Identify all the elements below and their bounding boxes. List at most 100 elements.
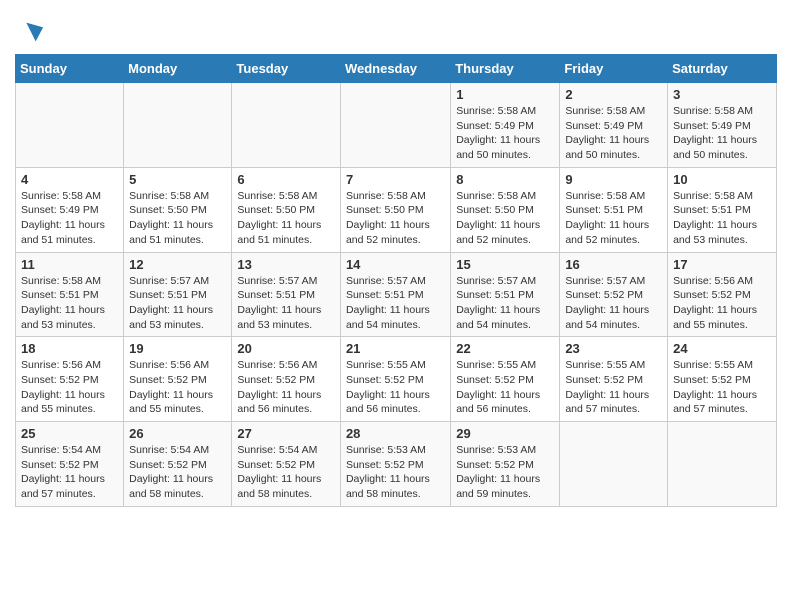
header-cell-thursday: Thursday [451, 55, 560, 83]
calendar-cell: 18 Sunrise: 5:56 AMSunset: 5:52 PMDayligh… [16, 337, 124, 422]
day-info: Sunrise: 5:54 AMSunset: 5:52 PMDaylight:… [237, 443, 335, 502]
day-info: Sunrise: 5:58 AMSunset: 5:49 PMDaylight:… [673, 104, 771, 163]
calendar-cell: 2 Sunrise: 5:58 AMSunset: 5:49 PMDaylight… [560, 83, 668, 168]
day-info: Sunrise: 5:56 AMSunset: 5:52 PMDaylight:… [21, 358, 118, 417]
calendar-table: SundayMondayTuesdayWednesdayThursdayFrid… [15, 54, 777, 507]
calendar-cell [232, 83, 341, 168]
day-number: 7 [346, 172, 445, 187]
day-info: Sunrise: 5:58 AMSunset: 5:51 PMDaylight:… [21, 274, 118, 333]
page-header [15, 10, 777, 46]
calendar-cell: 22 Sunrise: 5:55 AMSunset: 5:52 PMDayligh… [451, 337, 560, 422]
day-info: Sunrise: 5:58 AMSunset: 5:49 PMDaylight:… [565, 104, 662, 163]
day-number: 22 [456, 341, 554, 356]
calendar-cell: 3 Sunrise: 5:58 AMSunset: 5:49 PMDaylight… [668, 83, 777, 168]
day-info: Sunrise: 5:54 AMSunset: 5:52 PMDaylight:… [129, 443, 226, 502]
calendar-cell: 9 Sunrise: 5:58 AMSunset: 5:51 PMDaylight… [560, 167, 668, 252]
calendar-cell: 26 Sunrise: 5:54 AMSunset: 5:52 PMDayligh… [124, 422, 232, 507]
day-number: 29 [456, 426, 554, 441]
calendar-cell: 8 Sunrise: 5:58 AMSunset: 5:50 PMDaylight… [451, 167, 560, 252]
calendar-cell: 6 Sunrise: 5:58 AMSunset: 5:50 PMDaylight… [232, 167, 341, 252]
calendar-cell: 4 Sunrise: 5:58 AMSunset: 5:49 PMDaylight… [16, 167, 124, 252]
calendar-cell: 10Sunrise: 5:58 AMSunset: 5:51 PMDayligh… [668, 167, 777, 252]
header-cell-wednesday: Wednesday [340, 55, 450, 83]
day-info: Sunrise: 5:55 AMSunset: 5:52 PMDaylight:… [456, 358, 554, 417]
day-number: 25 [21, 426, 118, 441]
calendar-cell: 12Sunrise: 5:57 AMSunset: 5:51 PMDayligh… [124, 252, 232, 337]
calendar-cell: 25 Sunrise: 5:54 AMSunset: 5:52 PMDayligh… [16, 422, 124, 507]
day-number: 8 [456, 172, 554, 187]
day-number: 18 [21, 341, 118, 356]
day-info: Sunrise: 5:58 AMSunset: 5:51 PMDaylight:… [673, 189, 771, 248]
calendar-week-3: 11 Sunrise: 5:58 AMSunset: 5:51 PMDayligh… [16, 252, 777, 337]
calendar-cell: 7 Sunrise: 5:58 AMSunset: 5:50 PMDaylight… [340, 167, 450, 252]
calendar-cell [124, 83, 232, 168]
calendar-cell: 13Sunrise: 5:57 AMSunset: 5:51 PMDayligh… [232, 252, 341, 337]
calendar-cell [560, 422, 668, 507]
day-number: 26 [129, 426, 226, 441]
day-number: 19 [129, 341, 226, 356]
day-number: 11 [21, 257, 118, 272]
day-number: 17 [673, 257, 771, 272]
day-number: 20 [237, 341, 335, 356]
day-info: Sunrise: 5:55 AMSunset: 5:52 PMDaylight:… [673, 358, 771, 417]
calendar-week-5: 25 Sunrise: 5:54 AMSunset: 5:52 PMDayligh… [16, 422, 777, 507]
header-cell-monday: Monday [124, 55, 232, 83]
calendar-cell: 16 Sunrise: 5:57 AMSunset: 5:52 PMDayligh… [560, 252, 668, 337]
day-info: Sunrise: 5:57 AMSunset: 5:51 PMDaylight:… [456, 274, 554, 333]
day-number: 6 [237, 172, 335, 187]
day-info: Sunrise: 5:57 AMSunset: 5:51 PMDaylight:… [129, 274, 226, 333]
calendar-week-2: 4 Sunrise: 5:58 AMSunset: 5:49 PMDaylight… [16, 167, 777, 252]
day-info: Sunrise: 5:57 AMSunset: 5:51 PMDaylight:… [346, 274, 445, 333]
day-number: 24 [673, 341, 771, 356]
day-info: Sunrise: 5:55 AMSunset: 5:52 PMDaylight:… [346, 358, 445, 417]
calendar-cell: 1Sunrise: 5:58 AMSunset: 5:49 PMDaylight… [451, 83, 560, 168]
day-info: Sunrise: 5:58 AMSunset: 5:51 PMDaylight:… [565, 189, 662, 248]
calendar-cell: 15 Sunrise: 5:57 AMSunset: 5:51 PMDayligh… [451, 252, 560, 337]
day-number: 23 [565, 341, 662, 356]
day-number: 2 [565, 87, 662, 102]
calendar-cell [668, 422, 777, 507]
calendar-cell: 29 Sunrise: 5:53 AMSunset: 5:52 PMDayligh… [451, 422, 560, 507]
day-info: Sunrise: 5:54 AMSunset: 5:52 PMDaylight:… [21, 443, 118, 502]
calendar-week-1: 1Sunrise: 5:58 AMSunset: 5:49 PMDaylight… [16, 83, 777, 168]
day-info: Sunrise: 5:58 AMSunset: 5:49 PMDaylight:… [21, 189, 118, 248]
calendar-cell [340, 83, 450, 168]
calendar-cell [16, 83, 124, 168]
day-info: Sunrise: 5:58 AMSunset: 5:50 PMDaylight:… [129, 189, 226, 248]
calendar-week-4: 18 Sunrise: 5:56 AMSunset: 5:52 PMDayligh… [16, 337, 777, 422]
day-number: 15 [456, 257, 554, 272]
day-number: 27 [237, 426, 335, 441]
day-number: 14 [346, 257, 445, 272]
calendar-cell: 21 Sunrise: 5:55 AMSunset: 5:52 PMDayligh… [340, 337, 450, 422]
day-number: 13 [237, 257, 335, 272]
calendar-body: 1Sunrise: 5:58 AMSunset: 5:49 PMDaylight… [16, 83, 777, 507]
calendar-cell: 17 Sunrise: 5:56 AMSunset: 5:52 PMDayligh… [668, 252, 777, 337]
day-number: 9 [565, 172, 662, 187]
day-number: 21 [346, 341, 445, 356]
day-number: 4 [21, 172, 118, 187]
day-info: Sunrise: 5:58 AMSunset: 5:50 PMDaylight:… [346, 189, 445, 248]
calendar-cell: 24 Sunrise: 5:55 AMSunset: 5:52 PMDayligh… [668, 337, 777, 422]
day-info: Sunrise: 5:56 AMSunset: 5:52 PMDaylight:… [673, 274, 771, 333]
calendar-cell: 28Sunrise: 5:53 AMSunset: 5:52 PMDayligh… [340, 422, 450, 507]
day-info: Sunrise: 5:56 AMSunset: 5:52 PMDaylight:… [129, 358, 226, 417]
day-number: 16 [565, 257, 662, 272]
day-info: Sunrise: 5:58 AMSunset: 5:50 PMDaylight:… [456, 189, 554, 248]
day-info: Sunrise: 5:57 AMSunset: 5:52 PMDaylight:… [565, 274, 662, 333]
calendar-cell: 20 Sunrise: 5:56 AMSunset: 5:52 PMDayligh… [232, 337, 341, 422]
logo [15, 18, 45, 46]
calendar-cell: 27 Sunrise: 5:54 AMSunset: 5:52 PMDayligh… [232, 422, 341, 507]
header-cell-friday: Friday [560, 55, 668, 83]
header-cell-sunday: Sunday [16, 55, 124, 83]
day-number: 3 [673, 87, 771, 102]
header-row: SundayMondayTuesdayWednesdayThursdayFrid… [16, 55, 777, 83]
day-info: Sunrise: 5:56 AMSunset: 5:52 PMDaylight:… [237, 358, 335, 417]
header-cell-saturday: Saturday [668, 55, 777, 83]
calendar-header: SundayMondayTuesdayWednesdayThursdayFrid… [16, 55, 777, 83]
day-info: Sunrise: 5:53 AMSunset: 5:52 PMDaylight:… [456, 443, 554, 502]
calendar-cell: 19 Sunrise: 5:56 AMSunset: 5:52 PMDayligh… [124, 337, 232, 422]
day-info: Sunrise: 5:58 AMSunset: 5:50 PMDaylight:… [237, 189, 335, 248]
logo-icon [17, 18, 45, 46]
day-info: Sunrise: 5:53 AMSunset: 5:52 PMDaylight:… [346, 443, 445, 502]
calendar-cell: 23Sunrise: 5:55 AMSunset: 5:52 PMDayligh… [560, 337, 668, 422]
